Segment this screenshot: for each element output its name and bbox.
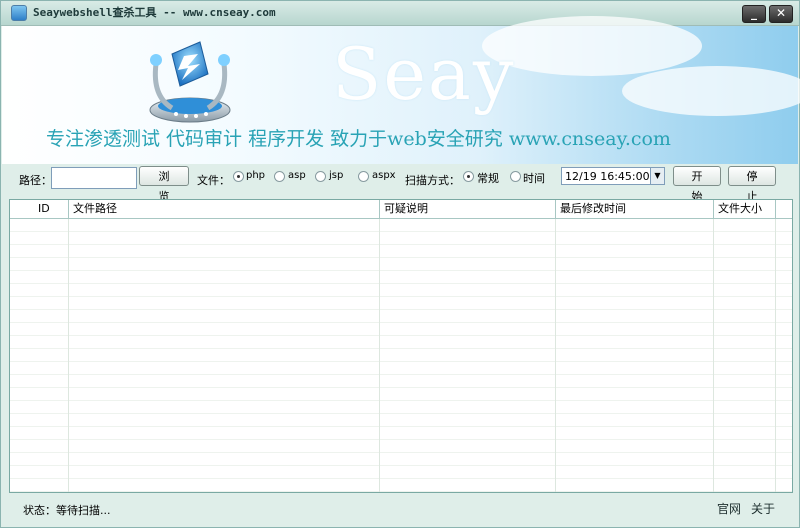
browse-button[interactable]: 浏 览 — [139, 166, 189, 203]
scan-normal-label: 常规 — [477, 172, 499, 185]
php-radio-label: php — [246, 170, 266, 181]
table-header: ID 文件路径 可疑说明 最后修改时间 文件大小 — [10, 200, 792, 219]
datetime-value: 12/19 16:45:00 — [565, 170, 650, 183]
scan-time-label: 时间 — [523, 172, 545, 185]
jsp-radio-label: jsp — [329, 170, 344, 181]
window-title: Seaywebshell查杀工具 -- www.cnseay.com — [33, 6, 276, 19]
column-header-description[interactable]: 可疑说明 — [380, 200, 556, 218]
brand-title: Seay — [332, 32, 516, 116]
column-header-id[interactable]: ID — [10, 200, 69, 218]
asp-radio-label: asp — [288, 170, 306, 181]
path-label: 路径： — [19, 174, 52, 187]
column-divider — [775, 219, 776, 492]
banner-cloud — [622, 66, 800, 116]
scan-time-radio[interactable] — [510, 171, 521, 182]
toolbar: 路径： 浏 览 文件： php asp jsp aspx 扫描方式： 常规 时间… — [1, 164, 799, 203]
scan-normal-radio[interactable] — [463, 171, 474, 182]
column-header-path[interactable]: 文件路径 — [69, 200, 380, 218]
slogan: 专注渗透测试 代码审计 程序开发 致力于web安全研究 www.cnseay.c… — [46, 128, 671, 150]
datetime-picker[interactable]: 12/19 16:45:00 ▼ — [561, 167, 665, 185]
column-header-size[interactable]: 文件大小 — [714, 200, 776, 218]
table-body — [10, 219, 792, 492]
aspx-radio[interactable] — [358, 171, 369, 182]
official-site-link[interactable]: 官网 — [717, 500, 741, 517]
column-divider — [379, 219, 380, 492]
minimize-button[interactable]: _ — [742, 5, 766, 23]
status-text: 状态：等待扫描... — [23, 504, 111, 517]
start-button[interactable]: 开 始 — [673, 166, 721, 203]
results-table[interactable]: ID 文件路径 可疑说明 最后修改时间 文件大小 — [9, 199, 793, 493]
asp-radio[interactable] — [274, 171, 285, 182]
chevron-down-icon[interactable]: ▼ — [650, 168, 664, 184]
column-divider — [68, 219, 69, 492]
app-icon — [11, 5, 27, 21]
about-link[interactable]: 关于 — [751, 500, 775, 517]
path-input[interactable] — [51, 167, 137, 189]
banner: Seay 专注渗透测试 代码审计 程序开发 致力于web安全研究 www.cns… — [2, 16, 800, 164]
close-button[interactable]: ✕ — [769, 5, 793, 23]
php-radio[interactable] — [233, 171, 244, 182]
status-bar: 状态：等待扫描... 官网 关于 — [1, 497, 799, 527]
scan-mode-label: 扫描方式： — [405, 174, 460, 187]
column-divider — [555, 219, 556, 492]
app-window: Seaywebshell查杀工具 -- www.cnseay.com _ ✕ S… — [0, 0, 800, 528]
stop-button[interactable]: 停 止 — [728, 166, 776, 203]
aspx-radio-label: aspx — [372, 170, 396, 181]
title-bar: Seaywebshell查杀工具 -- www.cnseay.com _ ✕ — [1, 1, 799, 26]
logo-icon — [149, 41, 231, 123]
file-type-label: 文件： — [197, 174, 230, 187]
jsp-radio[interactable] — [315, 171, 326, 182]
column-divider — [713, 219, 714, 492]
column-header-modified[interactable]: 最后修改时间 — [556, 200, 714, 218]
